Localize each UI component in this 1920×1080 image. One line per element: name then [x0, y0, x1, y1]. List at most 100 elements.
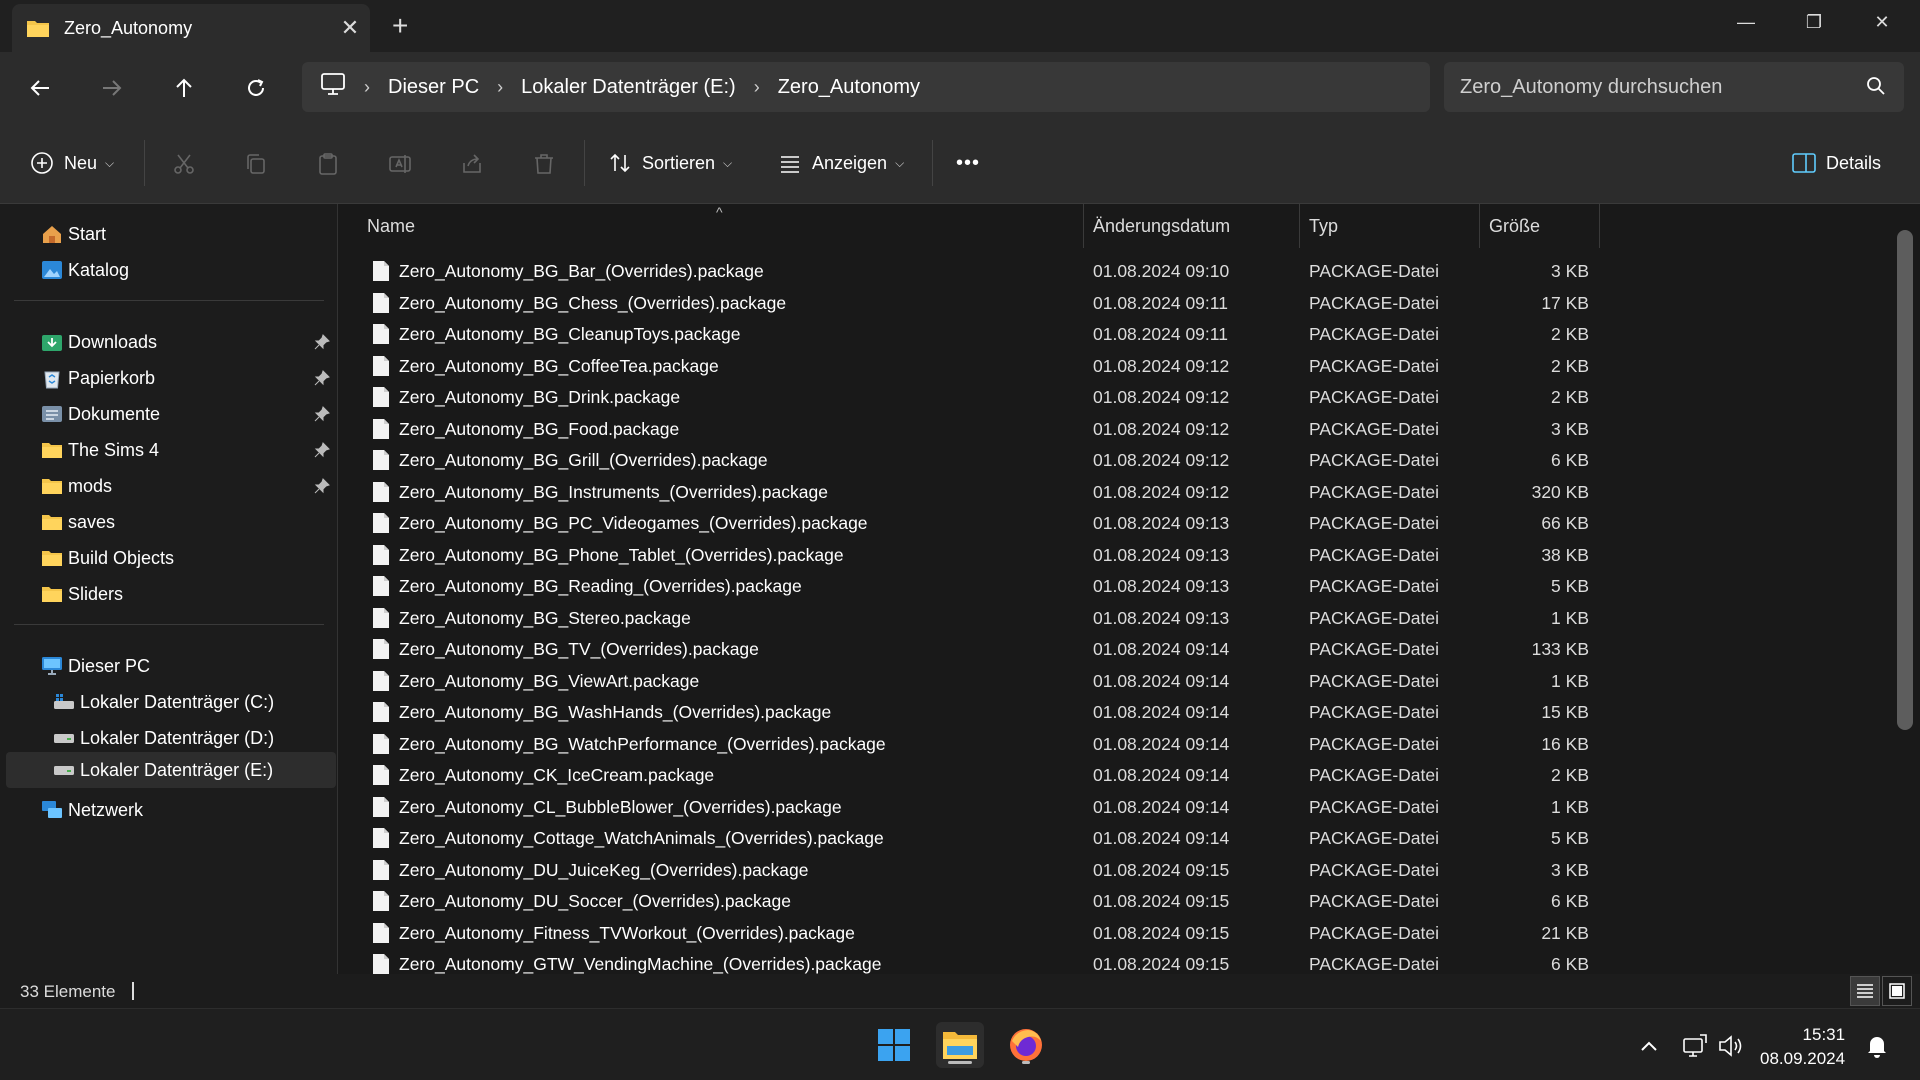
sort-button[interactable]: Sortieren ⌵: [608, 145, 732, 181]
show-hidden-icons-button[interactable]: [1634, 1031, 1664, 1061]
tiles-view-button[interactable]: [1882, 976, 1912, 1006]
sidebar-item-sliders[interactable]: Sliders: [40, 576, 330, 612]
notifications-button[interactable]: [1862, 1031, 1892, 1061]
file-row[interactable]: Zero_Autonomy_BG_Stereo.package 01.08.202…: [339, 603, 1599, 635]
file-row[interactable]: Zero_Autonomy_BG_Food.package 01.08.2024 …: [339, 414, 1599, 446]
start-button[interactable]: [870, 1022, 918, 1068]
file-row[interactable]: Zero_Autonomy_BG_ViewArt.package 01.08.20…: [339, 666, 1599, 698]
refresh-button[interactable]: [236, 68, 276, 108]
network-monitor-icon: [1683, 1034, 1707, 1057]
tab-zero-autonomy[interactable]: Zero_Autonomy ✕: [12, 4, 370, 52]
column-divider[interactable]: [1599, 204, 1600, 248]
details-view-button[interactable]: [1850, 976, 1880, 1006]
file-row[interactable]: Zero_Autonomy_BG_PC_Videogames_(Override…: [339, 508, 1599, 540]
file-row[interactable]: Zero_Autonomy_Fitness_TVWorkout_(Overrid…: [339, 918, 1599, 950]
sidebar-item-drive-d[interactable]: Lokaler Datenträger (D:): [52, 720, 330, 756]
column-divider[interactable]: [1299, 204, 1300, 248]
up-button[interactable]: [164, 68, 204, 108]
details-button[interactable]: Details: [1792, 145, 1881, 181]
close-window-button[interactable]: ✕: [1862, 8, 1902, 36]
breadcrumb-zero-autonomy[interactable]: Zero_Autonomy: [778, 76, 920, 99]
file-row[interactable]: Zero_Autonomy_BG_CleanupToys.package 01.0…: [339, 319, 1599, 351]
file-row[interactable]: Zero_Autonomy_BG_Bar_(Overrides).package…: [339, 256, 1599, 288]
breadcrumb-drive-e[interactable]: Lokaler Datenträger (E:): [521, 76, 736, 99]
cut-button[interactable]: [170, 150, 198, 178]
file-row[interactable]: Zero_Autonomy_BG_Reading_(Overrides).pac…: [339, 571, 1599, 603]
sidebar-item-netzwerk[interactable]: Netzwerk: [40, 792, 330, 828]
file-size: 3 KB: [1551, 859, 1589, 880]
file-row[interactable]: Zero_Autonomy_DU_Soccer_(Overrides).pack…: [339, 886, 1599, 918]
paste-button[interactable]: [314, 150, 342, 178]
vertical-scrollbar[interactable]: [1897, 230, 1913, 730]
pin-icon[interactable]: [314, 478, 332, 496]
delete-button[interactable]: [530, 150, 558, 178]
view-button[interactable]: Anzeigen ⌵: [778, 145, 904, 181]
new-button[interactable]: Neu ⌵: [30, 145, 114, 181]
file-date: 01.08.2024 09:15: [1093, 954, 1230, 974]
sidebar-item-dokumente[interactable]: Dokumente: [40, 396, 330, 432]
share-button[interactable]: [458, 150, 486, 178]
column-header-label: Typ: [1309, 215, 1339, 236]
chevron-down-icon: ⌵: [723, 155, 733, 170]
column-header-size[interactable]: Größe: [1489, 204, 1599, 248]
pin-icon[interactable]: [314, 334, 332, 352]
sidebar-item-label: The Sims 4: [68, 439, 160, 460]
column-header-name[interactable]: Name: [367, 204, 1117, 248]
pin-icon[interactable]: [314, 406, 332, 424]
navigation-bar: › Dieser PC › Lokaler Datenträger (E:) ›…: [0, 52, 1920, 122]
more-options-button[interactable]: •••: [956, 145, 980, 181]
file-row[interactable]: Zero_Autonomy_BG_Drink.package 01.08.2024…: [339, 382, 1599, 414]
file-row[interactable]: Zero_Autonomy_BG_Instruments_(Overrides)…: [339, 477, 1599, 509]
sidebar-item-start[interactable]: Start: [40, 216, 330, 252]
breadcrumb-dieser-pc[interactable]: Dieser PC: [388, 76, 479, 99]
sidebar-item-the-sims-4[interactable]: The Sims 4: [40, 432, 330, 468]
column-divider[interactable]: [1083, 204, 1084, 248]
file-row[interactable]: Zero_Autonomy_CK_IceCream.package 01.08.2…: [339, 760, 1599, 792]
sidebar-item-mods[interactable]: mods: [40, 468, 330, 504]
file-row[interactable]: Zero_Autonomy_BG_Grill_(Overrides).packa…: [339, 445, 1599, 477]
file-row[interactable]: Zero_Autonomy_BG_WatchPerformance_(Overr…: [339, 729, 1599, 761]
file-row[interactable]: Zero_Autonomy_BG_Chess_(Overrides).packa…: [339, 288, 1599, 320]
file-explorer-taskbar-button[interactable]: [936, 1022, 984, 1068]
close-tab-button[interactable]: ✕: [330, 15, 370, 41]
pin-icon[interactable]: [314, 442, 332, 460]
file-size: 2 KB: [1551, 324, 1589, 344]
forward-button[interactable]: [92, 68, 132, 108]
column-divider[interactable]: [1479, 204, 1480, 248]
file-row[interactable]: Zero_Autonomy_BG_WashHands_(Overrides).p…: [339, 697, 1599, 729]
file-row[interactable]: Zero_Autonomy_Cottage_WatchAnimals_(Over…: [339, 823, 1599, 855]
file-row[interactable]: Zero_Autonomy_BG_Phone_Tablet_(Overrides…: [339, 540, 1599, 572]
sidebar-item-papierkorb[interactable]: Papierkorb: [40, 360, 330, 396]
address-bar[interactable]: › Dieser PC › Lokaler Datenträger (E:) ›…: [302, 62, 1430, 112]
rename-button[interactable]: [386, 150, 414, 178]
sidebar-item-saves[interactable]: saves: [40, 504, 330, 540]
file-date: 01.08.2024 09:11: [1093, 324, 1228, 344]
sidebar-item-label: Sliders: [68, 583, 124, 604]
column-header-type[interactable]: Typ: [1309, 204, 1479, 248]
column-header-date[interactable]: Änderungsdatum: [1093, 204, 1303, 248]
copy-icon: [247, 154, 265, 174]
sidebar-item-katalog[interactable]: Katalog: [40, 252, 330, 288]
pin-icon[interactable]: [314, 370, 332, 388]
file-date: 01.08.2024 09:14: [1093, 639, 1230, 659]
file-row[interactable]: Zero_Autonomy_DU_JuiceKeg_(Overrides).pa…: [339, 855, 1599, 887]
sidebar-item-dieser-pc[interactable]: Dieser PC: [40, 648, 330, 684]
firefox-taskbar-button[interactable]: [1002, 1022, 1050, 1068]
file-row[interactable]: Zero_Autonomy_CL_BubbleBlower_(Overrides…: [339, 792, 1599, 824]
new-tab-button[interactable]: +: [392, 12, 408, 40]
file-row[interactable]: Zero_Autonomy_BG_CoffeeTea.package 01.08.…: [339, 351, 1599, 383]
volume-button[interactable]: [1716, 1031, 1746, 1061]
sidebar-item-downloads[interactable]: Downloads: [40, 324, 330, 360]
back-button[interactable]: [20, 68, 60, 108]
sidebar-item-build-objects[interactable]: Build Objects: [40, 540, 330, 576]
file-row[interactable]: Zero_Autonomy_BG_TV_(Overrides).package 0…: [339, 634, 1599, 666]
restore-button[interactable]: ❐: [1794, 8, 1834, 36]
search-input[interactable]: Zero_Autonomy durchsuchen: [1444, 62, 1904, 112]
share-icon: [463, 154, 481, 173]
network-status-button[interactable]: [1680, 1031, 1710, 1061]
clock[interactable]: 15:31 08.09.2024: [1760, 1023, 1845, 1071]
minimize-button[interactable]: —: [1726, 8, 1766, 36]
sidebar-item-drive-e[interactable]: Lokaler Datenträger (E:): [6, 752, 336, 788]
copy-button[interactable]: [242, 150, 270, 178]
sidebar-item-drive-c[interactable]: Lokaler Datenträger (C:): [52, 684, 330, 720]
